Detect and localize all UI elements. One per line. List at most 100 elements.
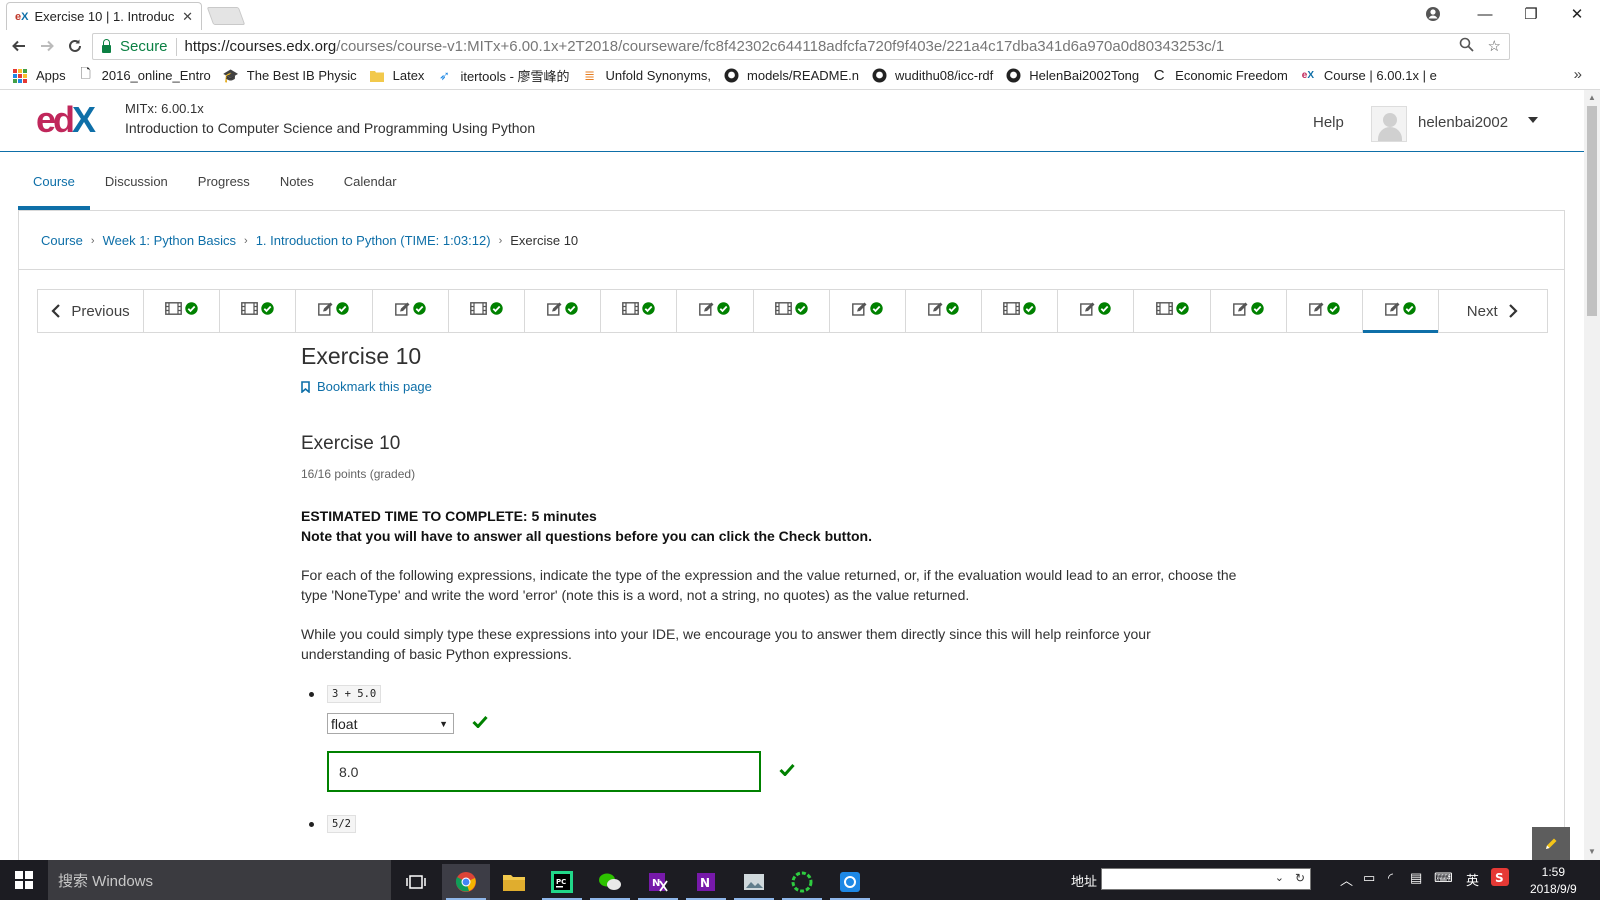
bookmark-item[interactable]: e X Course | 6.00.1x | e [1300, 68, 1437, 84]
windows-start-button[interactable] [0, 860, 48, 900]
file-explorer-icon[interactable] [490, 864, 538, 900]
bookmark-item[interactable]: ➶ itertools - 廖雪峰的 [436, 66, 570, 85]
problem-edit-icon [318, 302, 333, 321]
username[interactable]: helenbai2002 [1418, 114, 1508, 131]
address-toolbar-input[interactable]: ⌄ ↻ [1101, 868, 1311, 890]
chrome-icon[interactable] [442, 864, 490, 900]
close-window-button[interactable]: ✕ [1554, 0, 1600, 28]
expression-code: 3 + 5.0 [327, 685, 382, 703]
completed-check-icon [1251, 302, 1264, 320]
previous-button[interactable]: Previous [38, 290, 144, 332]
bookmark-item[interactable]: 🎓 The Best IB Physic [223, 68, 357, 84]
sequence-item-video[interactable] [754, 290, 830, 332]
zoom-search-icon[interactable] [1459, 37, 1474, 56]
tab-course[interactable]: Course [18, 152, 90, 210]
sequence-item-problem[interactable] [296, 290, 373, 332]
ime-label[interactable]: 英 [1466, 870, 1479, 889]
user-menu-caret-icon[interactable] [1528, 117, 1538, 123]
app-blue-icon[interactable] [826, 864, 874, 900]
chevron-down-icon[interactable]: ⌄ [1275, 871, 1284, 884]
bookmark-item[interactable]: 🗋 2016_online_Entro [78, 65, 210, 84]
sequence-item-problem[interactable] [677, 290, 754, 332]
profile-icon[interactable] [1410, 0, 1456, 28]
breadcrumb-week[interactable]: Week 1: Python Basics [103, 233, 236, 248]
scrollbar-thumb[interactable] [1587, 106, 1597, 316]
sequence-item-problem[interactable] [906, 290, 983, 332]
tab-calendar[interactable]: Calendar [329, 152, 412, 210]
problem-edit-icon [547, 302, 562, 321]
page-scrollbar[interactable]: ▲ ▼ [1584, 90, 1600, 860]
type-select[interactable]: float ▼ [327, 713, 454, 734]
tab-notes[interactable]: Notes [265, 152, 329, 210]
tab-progress[interactable]: Progress [183, 152, 265, 210]
sequence-item-problem[interactable] [1058, 290, 1135, 332]
bookmark-item[interactable]: HelenBai2002Tong [1005, 68, 1139, 84]
completed-check-icon [946, 302, 959, 320]
bookmark-page-button[interactable]: Bookmark this page [301, 379, 1241, 394]
course-org: MITx: 6.00.1x [125, 101, 204, 116]
sequence-item-video[interactable] [601, 290, 678, 332]
bookmark-item[interactable]: C Economic Freedom [1151, 67, 1288, 84]
sequence-item-problem[interactable] [373, 290, 449, 332]
completed-check-icon [1175, 302, 1189, 320]
address-bar[interactable]: Secure https://courses.edx.org/courses/c… [92, 33, 1510, 60]
notes-pencil-button[interactable] [1532, 827, 1570, 860]
estimated-time: ESTIMATED TIME TO COMPLETE: 5 minutes No… [301, 508, 872, 544]
notification-icon[interactable]: ▤ [1410, 870, 1422, 886]
restore-button[interactable]: ❐ [1508, 0, 1554, 28]
sequence-item-video[interactable] [982, 290, 1059, 332]
new-tab-button[interactable] [206, 7, 246, 25]
onenote-x-icon[interactable]: N [634, 864, 682, 900]
windows-logo-icon [15, 871, 33, 889]
next-button[interactable]: Next [1439, 290, 1545, 332]
sequence-item-problem[interactable] [1287, 290, 1363, 332]
keyboard-icon[interactable]: ⌨ [1434, 870, 1453, 886]
system-clock[interactable]: 1:59 2018/9/9 [1530, 864, 1577, 898]
refresh-icon[interactable]: ↻ [1295, 871, 1305, 885]
sequence-item-problem[interactable] [1363, 290, 1440, 333]
sogou-input-icon[interactable]: S [1491, 868, 1509, 889]
windows-search-box[interactable]: 搜索 Windows [48, 860, 391, 900]
more-bookmarks-icon[interactable]: » [1574, 66, 1582, 83]
close-tab-icon[interactable]: ✕ [182, 9, 193, 25]
bookmark-apps[interactable]: Apps [12, 68, 66, 84]
scroll-down-icon[interactable]: ▼ [1588, 847, 1596, 856]
sequence-item-problem[interactable] [1211, 290, 1287, 332]
bookmark-star-icon[interactable]: ☆ [1488, 37, 1501, 56]
tray-expand-icon[interactable]: ︿ [1340, 870, 1353, 889]
wechat-icon[interactable] [586, 864, 634, 900]
sequence-item-video[interactable] [449, 290, 525, 332]
bookmark-item[interactable]: ≣ Unfold Synonyms, [582, 68, 711, 84]
problem-edit-icon [1385, 302, 1400, 321]
photos-icon[interactable] [730, 864, 778, 900]
sequence-item-video[interactable] [220, 290, 297, 332]
page-icon: 🗋 [80, 65, 91, 81]
value-input[interactable]: 8.0 [327, 751, 761, 792]
scroll-up-icon[interactable]: ▲ [1588, 93, 1596, 102]
course-name: Introduction to Computer Science and Pro… [125, 120, 536, 136]
onenote-icon[interactable]: N [682, 864, 730, 900]
edx-logo[interactable]: edX [36, 102, 96, 138]
wifi-icon[interactable]: ◜ [1388, 870, 1393, 886]
browser-tab[interactable]: eX Exercise 10 | 1. Introduc ✕ [6, 2, 202, 30]
reload-button[interactable] [62, 33, 88, 59]
avatar[interactable] [1371, 106, 1407, 142]
forward-button[interactable] [34, 33, 60, 59]
pycharm-icon[interactable]: PC [538, 864, 586, 900]
app-green-circle-icon[interactable] [778, 864, 826, 900]
help-link[interactable]: Help [1313, 114, 1344, 131]
sequence-item-video[interactable] [144, 290, 221, 332]
breadcrumb-section[interactable]: 1. Introduction to Python (TIME: 1:03:12… [256, 233, 491, 248]
breadcrumb-course[interactable]: Course [41, 233, 83, 248]
tab-discussion[interactable]: Discussion [90, 152, 183, 210]
sequence-item-problem[interactable] [830, 290, 906, 332]
sequence-item-video[interactable] [1134, 290, 1211, 332]
bookmark-item[interactable]: models/README.n [723, 68, 859, 84]
bookmark-item[interactable]: wudithu08/icc-rdf [871, 68, 993, 84]
minimize-button[interactable]: — [1462, 0, 1508, 28]
task-view-icon[interactable] [392, 864, 440, 900]
battery-icon[interactable]: ▭ [1363, 870, 1375, 886]
sequence-item-problem[interactable] [525, 290, 602, 332]
back-button[interactable] [6, 33, 32, 59]
bookmark-item[interactable]: Latex [369, 68, 424, 84]
